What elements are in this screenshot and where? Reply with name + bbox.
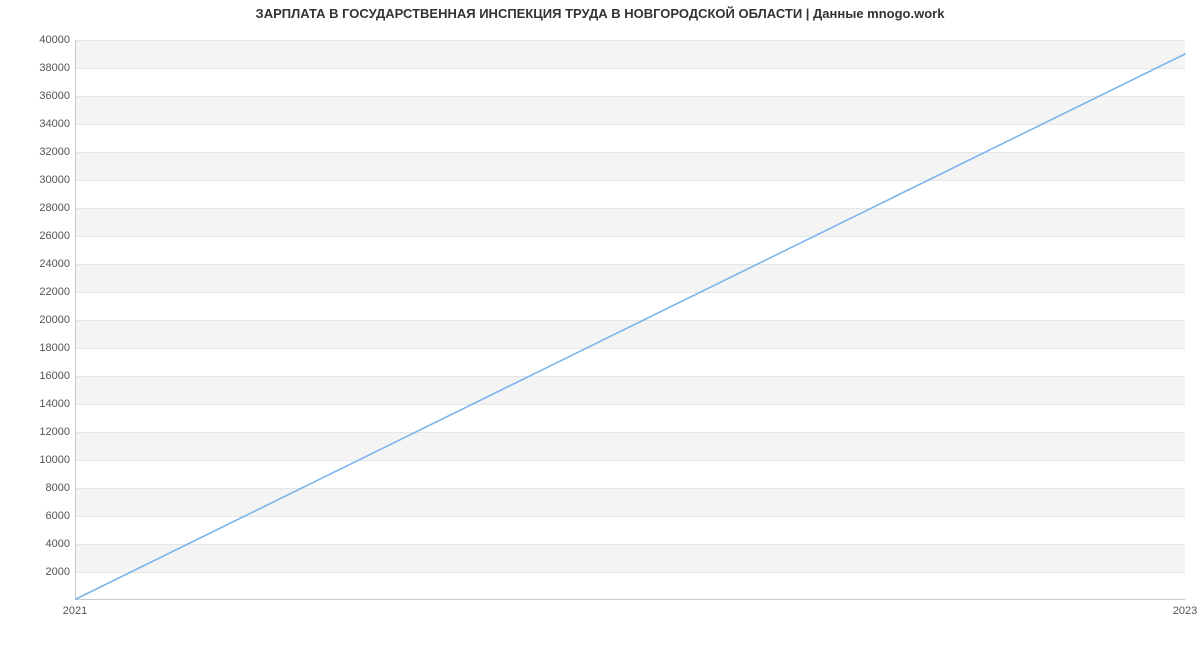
y-tick-label: 4000: [20, 538, 70, 550]
y-tick-label: 12000: [20, 426, 70, 438]
y-tick-label: 38000: [20, 62, 70, 74]
data-line: [76, 54, 1185, 599]
y-tick-label: 8000: [20, 482, 70, 494]
y-tick-label: 30000: [20, 174, 70, 186]
y-tick-label: 26000: [20, 230, 70, 242]
chart-container: ЗАРПЛАТА В ГОСУДАРСТВЕННАЯ ИНСПЕКЦИЯ ТРУ…: [0, 0, 1200, 650]
y-tick-label: 14000: [20, 398, 70, 410]
y-tick-label: 28000: [20, 202, 70, 214]
y-tick-label: 24000: [20, 258, 70, 270]
y-tick-label: 20000: [20, 314, 70, 326]
y-tick-label: 34000: [20, 118, 70, 130]
x-tick-label: 2021: [63, 605, 87, 617]
chart-svg: [76, 40, 1185, 599]
chart-title: ЗАРПЛАТА В ГОСУДАРСТВЕННАЯ ИНСПЕКЦИЯ ТРУ…: [0, 6, 1200, 21]
x-tick-label: 2023: [1173, 605, 1197, 617]
y-tick-label: 22000: [20, 286, 70, 298]
y-tick-label: 40000: [20, 34, 70, 46]
y-tick-label: 16000: [20, 370, 70, 382]
plot-area: [75, 40, 1185, 600]
y-tick-label: 36000: [20, 90, 70, 102]
y-tick-label: 32000: [20, 146, 70, 158]
y-tick-label: 2000: [20, 566, 70, 578]
y-tick-label: 10000: [20, 454, 70, 466]
y-tick-label: 18000: [20, 342, 70, 354]
y-tick-label: 6000: [20, 510, 70, 522]
